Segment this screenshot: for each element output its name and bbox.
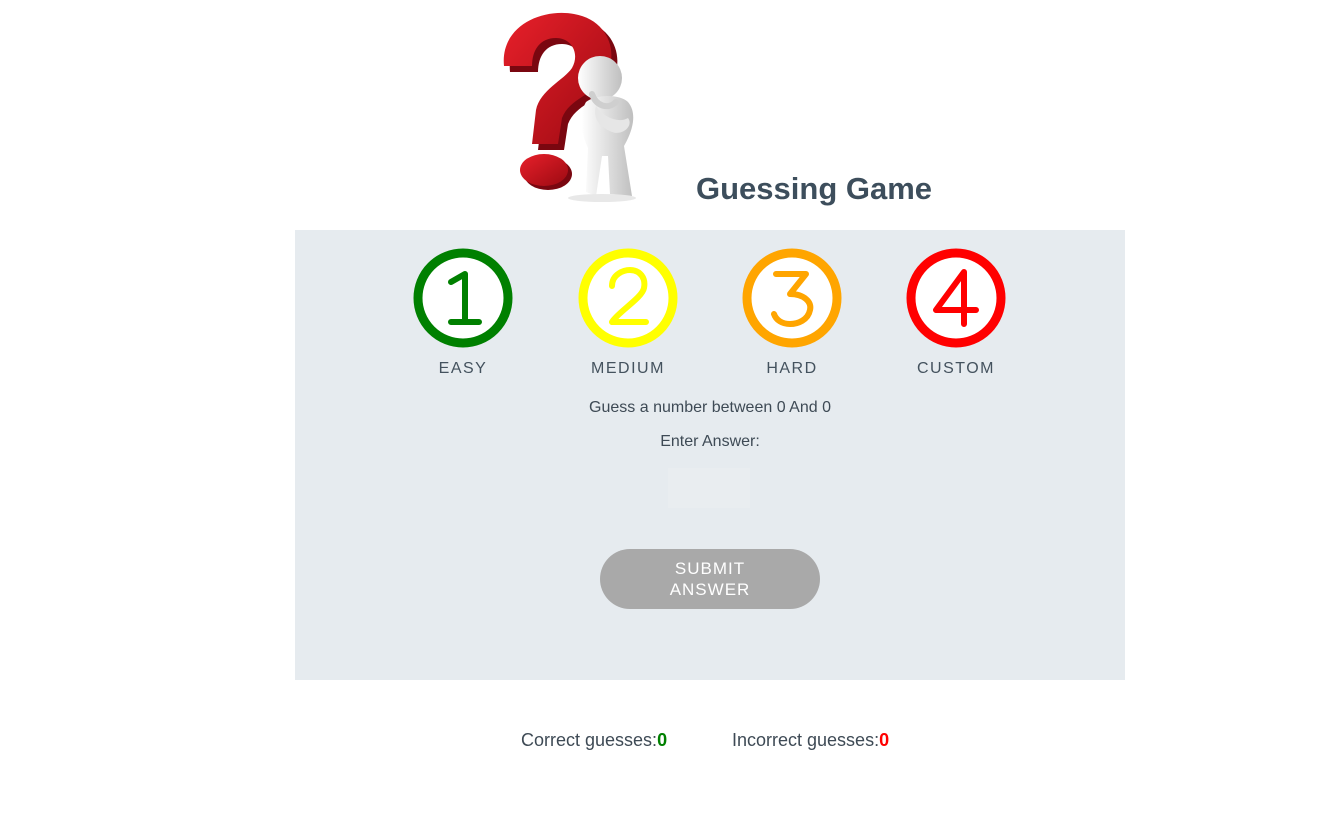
header: Guessing Game — [0, 0, 1342, 230]
level-easy-label: EASY — [438, 360, 488, 377]
submit-answer-button[interactable]: SUBMIT ANSWER — [600, 549, 820, 609]
level-easy-button[interactable]: EASY — [403, 248, 523, 378]
enter-answer-label: Enter Answer: — [660, 433, 760, 450]
correct-guesses-count: 0 — [657, 730, 668, 750]
answer-input[interactable] — [668, 468, 750, 508]
number-two-circle-icon — [578, 248, 678, 348]
level-custom-button[interactable]: CUSTOM — [896, 248, 1016, 378]
number-three-circle-icon — [742, 248, 842, 348]
incorrect-guesses-label: Incorrect guesses: — [732, 730, 880, 750]
correct-guesses: Correct guesses:0 — [521, 729, 667, 751]
incorrect-guesses: Incorrect guesses:0 — [732, 729, 889, 751]
game-panel: EASY MEDIUM HARD CUSTOM Guess a number b… — [295, 230, 1125, 680]
level-hard-label: HARD — [766, 360, 818, 377]
page: Guessing Game EASY MEDIUM HARD CUSTOM Gu… — [0, 0, 1342, 835]
page-title: Guessing Game — [696, 171, 933, 206]
level-medium-button[interactable]: MEDIUM — [568, 248, 688, 378]
level-hard-button[interactable]: HARD — [732, 248, 852, 378]
level-medium-label: MEDIUM — [591, 360, 665, 377]
question-mark-thinking-person-icon — [503, 12, 636, 202]
incorrect-guesses-count: 0 — [879, 730, 890, 750]
level-custom-label: CUSTOM — [916, 360, 996, 377]
number-four-circle-icon — [906, 248, 1006, 348]
correct-guesses-label: Correct guesses: — [521, 730, 658, 750]
guess-instruction: Guess a number between 0 And 0 — [589, 399, 831, 416]
number-one-circle-icon — [413, 248, 513, 348]
